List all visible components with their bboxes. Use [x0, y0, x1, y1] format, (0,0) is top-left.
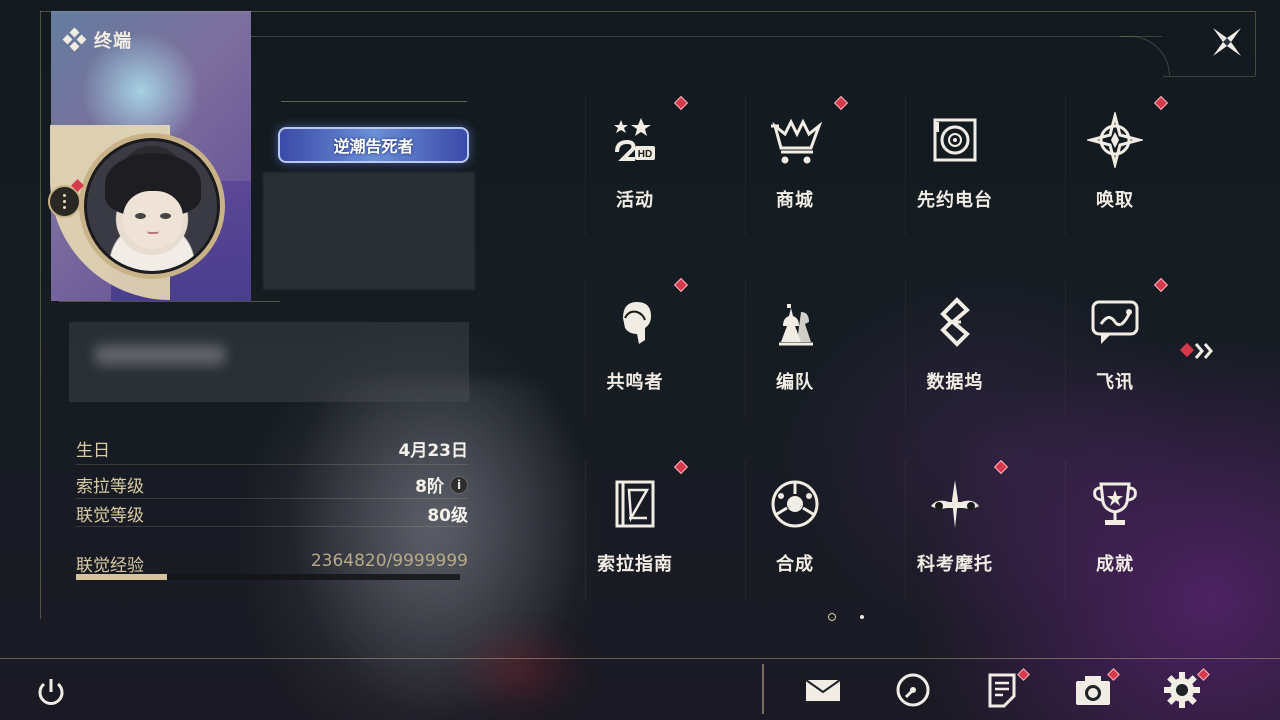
avatar-mouth [147, 231, 159, 234]
notification-dot [1153, 277, 1169, 293]
power-icon[interactable] [33, 674, 69, 710]
page-indicator [828, 613, 864, 621]
avatar-eye [160, 213, 171, 219]
card-divider [59, 301, 280, 302]
tile-team[interactable]: 编队 [745, 278, 844, 418]
tile-messages[interactable]: 飞讯 [1065, 277, 1169, 418]
info-icon[interactable]: i [450, 475, 468, 494]
exp-label: 联觉经验 [76, 556, 144, 576]
close-icon[interactable] [1209, 24, 1245, 60]
background-accent [450, 620, 590, 720]
bottom-bar-line [0, 658, 1280, 659]
tile-event[interactable]: HD 活动 [585, 95, 689, 236]
tile-label: 飞讯 [1096, 372, 1134, 393]
page-title: 终端 [62, 27, 132, 53]
message-icon [1091, 300, 1139, 344]
tile-data-bank[interactable]: 数据坞 [905, 278, 1004, 418]
feature-grid: HD 活动 商城 先约电台 唤取 共鸣者 编队 数据坞 飞讯 索拉指南 合成 科… [585, 95, 1225, 608]
frame-line-inner [250, 36, 1162, 37]
tile-label: 活动 [616, 190, 654, 211]
tile-guidebook[interactable]: 索拉指南 [585, 459, 689, 600]
player-title-text: 逆潮告死者 [333, 137, 414, 156]
settings-gear-icon[interactable] [1162, 670, 1202, 710]
name-divider [281, 101, 467, 102]
tile-resonators[interactable]: 共鸣者 [585, 277, 689, 418]
trophy-icon [1093, 482, 1137, 525]
frame-line-right [1163, 76, 1255, 77]
tile-label: 唤取 [1096, 190, 1134, 211]
tile-convene[interactable]: 唤取 [1065, 95, 1169, 236]
frame-line-right-vertical [1255, 11, 1256, 76]
stat-sol-rank: 索拉等级 8阶 i [76, 472, 468, 497]
birthday-value: 4月23日 [398, 441, 469, 461]
avatar-eye [135, 213, 146, 219]
notification-dot [673, 459, 689, 475]
camera-icon[interactable] [1073, 670, 1113, 710]
page-dot[interactable] [860, 615, 864, 619]
avatar-face [123, 191, 183, 249]
exp-progress-fill [76, 574, 167, 580]
stat-separator [76, 526, 468, 527]
stat-separator [76, 464, 468, 465]
tile-label: 索拉指南 [597, 554, 673, 575]
union-level-value: 80级 [427, 506, 468, 526]
notification-dot [673, 95, 689, 111]
stat-union-level: 联觉等级 80级 [76, 501, 468, 526]
tile-achievements[interactable]: 成就 [1065, 460, 1164, 600]
frame-line-left [40, 11, 41, 619]
notification-dot [673, 277, 689, 293]
tile-label: 科考摩托 [917, 554, 993, 575]
stat-value: 4月23日 [399, 436, 469, 461]
tile-label: 先约电台 [917, 190, 993, 211]
notification-dot [1153, 95, 1169, 111]
page-dot-active[interactable] [828, 613, 836, 621]
stat-label: 生日 [76, 441, 110, 461]
tile-label: 商城 [776, 190, 814, 211]
tile-shop[interactable]: 商城 [745, 95, 849, 236]
avatar-frame[interactable] [79, 133, 225, 279]
tile-label: 编队 [776, 372, 814, 393]
guidebook-icon [615, 480, 655, 528]
mail-icon[interactable] [803, 670, 843, 710]
stat-label: 联觉等级 [76, 506, 144, 526]
notification-dot [993, 459, 1009, 475]
tile-label: 数据坞 [926, 372, 984, 393]
exp-value: 2364820/9999999 [310, 551, 468, 571]
tile-label: 合成 [776, 554, 814, 575]
page-title-text: 终端 [94, 31, 132, 52]
player-name-panel [263, 172, 475, 290]
data-bank-icon [940, 297, 970, 347]
stat-value: 8阶 i [415, 472, 468, 497]
frame-curve [1120, 36, 1170, 76]
radio-icon [933, 118, 977, 162]
player-title-badge[interactable]: 逆潮告死者 [278, 127, 469, 163]
svg-text:HD: HD [638, 149, 652, 160]
notification-dot [833, 95, 849, 111]
sol-rank-value: 8阶 [415, 477, 444, 497]
tile-label: 成就 [1096, 554, 1134, 575]
convene-icon [1087, 112, 1143, 168]
stat-separator [76, 498, 468, 499]
event-icon: HD [614, 118, 655, 161]
tile-radio[interactable]: 先约电台 [905, 96, 1004, 236]
bottom-bar-divider [762, 664, 764, 714]
synthesis-icon [771, 480, 819, 528]
motorcycle-icon [931, 480, 979, 528]
chess-team-icon [779, 300, 813, 346]
stat-birthday: 生日 4月23日 [76, 436, 468, 461]
clock-icon[interactable] [893, 670, 933, 710]
resonator-icon [623, 302, 651, 344]
signature-text-blur [95, 345, 225, 365]
tile-synthesis[interactable]: 合成 [745, 460, 844, 600]
stat-value: 80级 [427, 501, 468, 526]
avatar [84, 138, 220, 274]
tile-label: 共鸣者 [606, 372, 664, 393]
notes-icon[interactable] [982, 670, 1022, 710]
stat-label: 索拉等级 [76, 477, 144, 497]
exp-progress-bar [76, 574, 460, 580]
tile-motorcycle[interactable]: 科考摩托 [905, 459, 1009, 600]
shop-cart-icon [771, 118, 823, 164]
double-chevron-right-icon[interactable] [1180, 340, 1220, 362]
diamond-cluster-icon [62, 27, 87, 52]
